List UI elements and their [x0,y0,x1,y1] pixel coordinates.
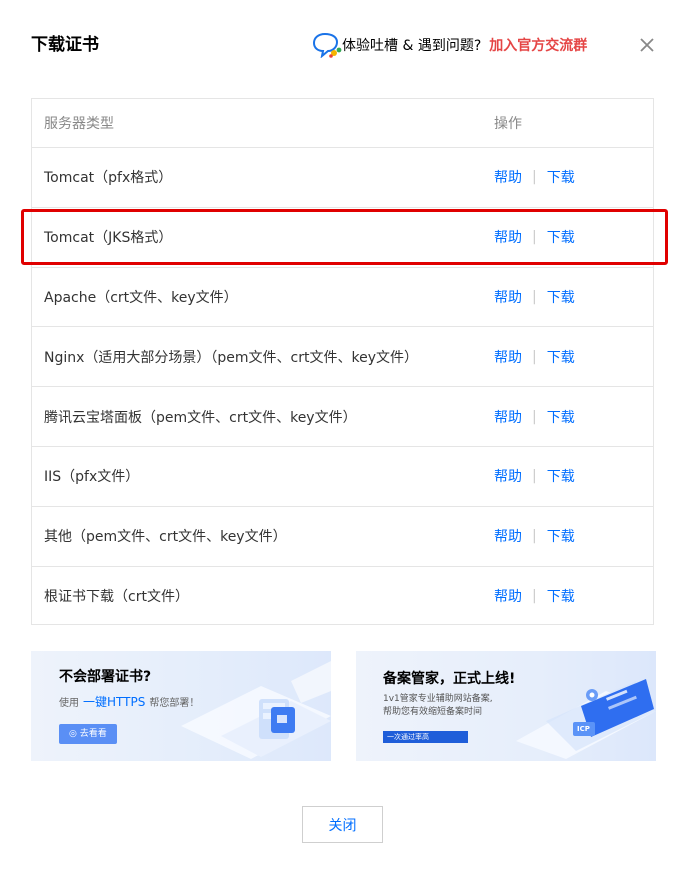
action-separator: | [532,169,537,186]
table-row: Tomcat（JKS格式） 帮助 | 下载 [32,208,653,268]
table-row: 腾讯云宝塔面板（pem文件、crt文件、key文件） 帮助 | 下载 [32,387,653,447]
help-link[interactable]: 帮助 [494,586,522,606]
feedback-bar: 体验吐槽 & 遇到问题? 加入官方交流群 [312,32,587,58]
download-link[interactable]: 下载 [547,407,575,427]
server-type-name: Tomcat（pfx格式） [44,170,173,187]
row-actions: 帮助 | 下载 [494,586,575,606]
row-actions: 帮助 | 下载 [494,167,575,187]
table-row: 其他（pem文件、crt文件、key文件） 帮助 | 下载 [32,507,653,567]
action-separator: | [532,468,537,485]
table-row: 根证书下载（crt文件） 帮助 | 下载 [32,567,653,627]
deploy-sub-prefix: 使用 [59,698,79,709]
help-link[interactable]: 帮助 [494,347,522,367]
icp-pass-rate-button[interactable]: 一次通过率高 [383,731,468,743]
row-actions: 帮助 | 下载 [494,526,575,546]
table-row: Apache（crt文件、key文件） 帮助 | 下载 [32,268,653,328]
go-see-button[interactable]: ◎ 去看看 [59,724,117,744]
help-link[interactable]: 帮助 [494,287,522,307]
table-row: Nginx（适用大部分场景）（pem文件、crt文件、key文件） 帮助 | 下载 [32,327,653,388]
download-link[interactable]: 下载 [547,347,575,367]
join-group-link[interactable]: 加入官方交流群 [489,35,587,55]
go-see-label: 去看看 [79,729,107,739]
action-separator: | [532,408,537,425]
deploy-banner-title: 不会部署证书? [59,669,152,685]
deploy-banner-subtitle: 使用 一键HTTPS 帮您部署！ [59,693,199,710]
download-link[interactable]: 下载 [547,466,575,486]
server-type-name: 腾讯云宝塔面板（pem文件、crt文件、key文件） [44,409,357,426]
header-server-type: 服务器类型 [44,116,114,132]
icp-banner-description: 1v1管家专业辅助网站备案, 帮助您有效缩短备案时间 [383,693,493,719]
action-separator: | [532,229,537,246]
row-actions: 帮助 | 下载 [494,227,575,247]
server-type-name: Apache（crt文件、key文件） [44,289,238,306]
server-type-name: 其他（pem文件、crt文件、key文件） [44,529,287,546]
help-link[interactable]: 帮助 [494,407,522,427]
row-actions: 帮助 | 下载 [494,287,575,307]
help-link[interactable]: 帮助 [494,167,522,187]
action-separator: | [532,588,537,605]
server-type-name: IIS（pfx文件） [44,469,140,486]
server-type-table: 服务器类型 操作 Tomcat（pfx格式） 帮助 | 下载 Tomcat（JKS格式）… [31,98,654,625]
action-separator: | [532,528,537,545]
download-link[interactable]: 下载 [547,586,575,606]
table-row: IIS（pfx文件） 帮助 | 下载 [32,447,653,507]
icp-badge: ICP [577,725,590,733]
server-type-name: Tomcat（JKS格式） [44,230,173,247]
help-link[interactable]: 帮助 [494,526,522,546]
one-click-https-text: 一键HTTPS [83,695,146,709]
close-icon[interactable] [636,34,658,56]
download-link[interactable]: 下载 [547,167,575,187]
server-type-name: 根证书下载（crt文件） [44,589,189,606]
action-separator: | [532,348,537,365]
row-actions: 帮助 | 下载 [494,347,575,367]
action-separator: | [532,288,537,305]
dialog-title: 下载证书 [31,35,99,55]
download-link[interactable]: 下载 [547,526,575,546]
help-link[interactable]: 帮助 [494,466,522,486]
download-link[interactable]: 下载 [547,227,575,247]
icp-banner[interactable]: ICP 备案管家，正式上线! 1v1管家专业辅助网站备案, 帮助您有效缩短备案时… [356,651,656,761]
deploy-sub-suffix: 帮您部署！ [149,698,200,709]
feedback-text: 体验吐槽 & 遇到问题? [342,38,482,54]
download-link[interactable]: 下载 [547,287,575,307]
server-type-name: Nginx（适用大部分场景）（pem文件、crt文件、key文件） [44,349,418,366]
icp-desc-line1: 1v1管家专业辅助网站备案, [383,694,493,704]
chat-bubble-icon [312,32,342,58]
table-header: 服务器类型 操作 [32,99,653,148]
icp-banner-title: 备案管家，正式上线! [383,671,516,687]
header-operation: 操作 [494,116,522,132]
close-button[interactable]: 关闭 [302,806,383,843]
icp-desc-line2: 帮助您有效缩短备案时间 [383,707,483,717]
location-pin-icon: ◎ [69,729,77,739]
row-actions: 帮助 | 下载 [494,466,575,486]
row-actions: 帮助 | 下载 [494,407,575,427]
table-row: Tomcat（pfx格式） 帮助 | 下载 [32,148,653,208]
help-link[interactable]: 帮助 [494,227,522,247]
deploy-banner[interactable]: 不会部署证书? 使用 一键HTTPS 帮您部署！ ◎ 去看看 [31,651,331,761]
